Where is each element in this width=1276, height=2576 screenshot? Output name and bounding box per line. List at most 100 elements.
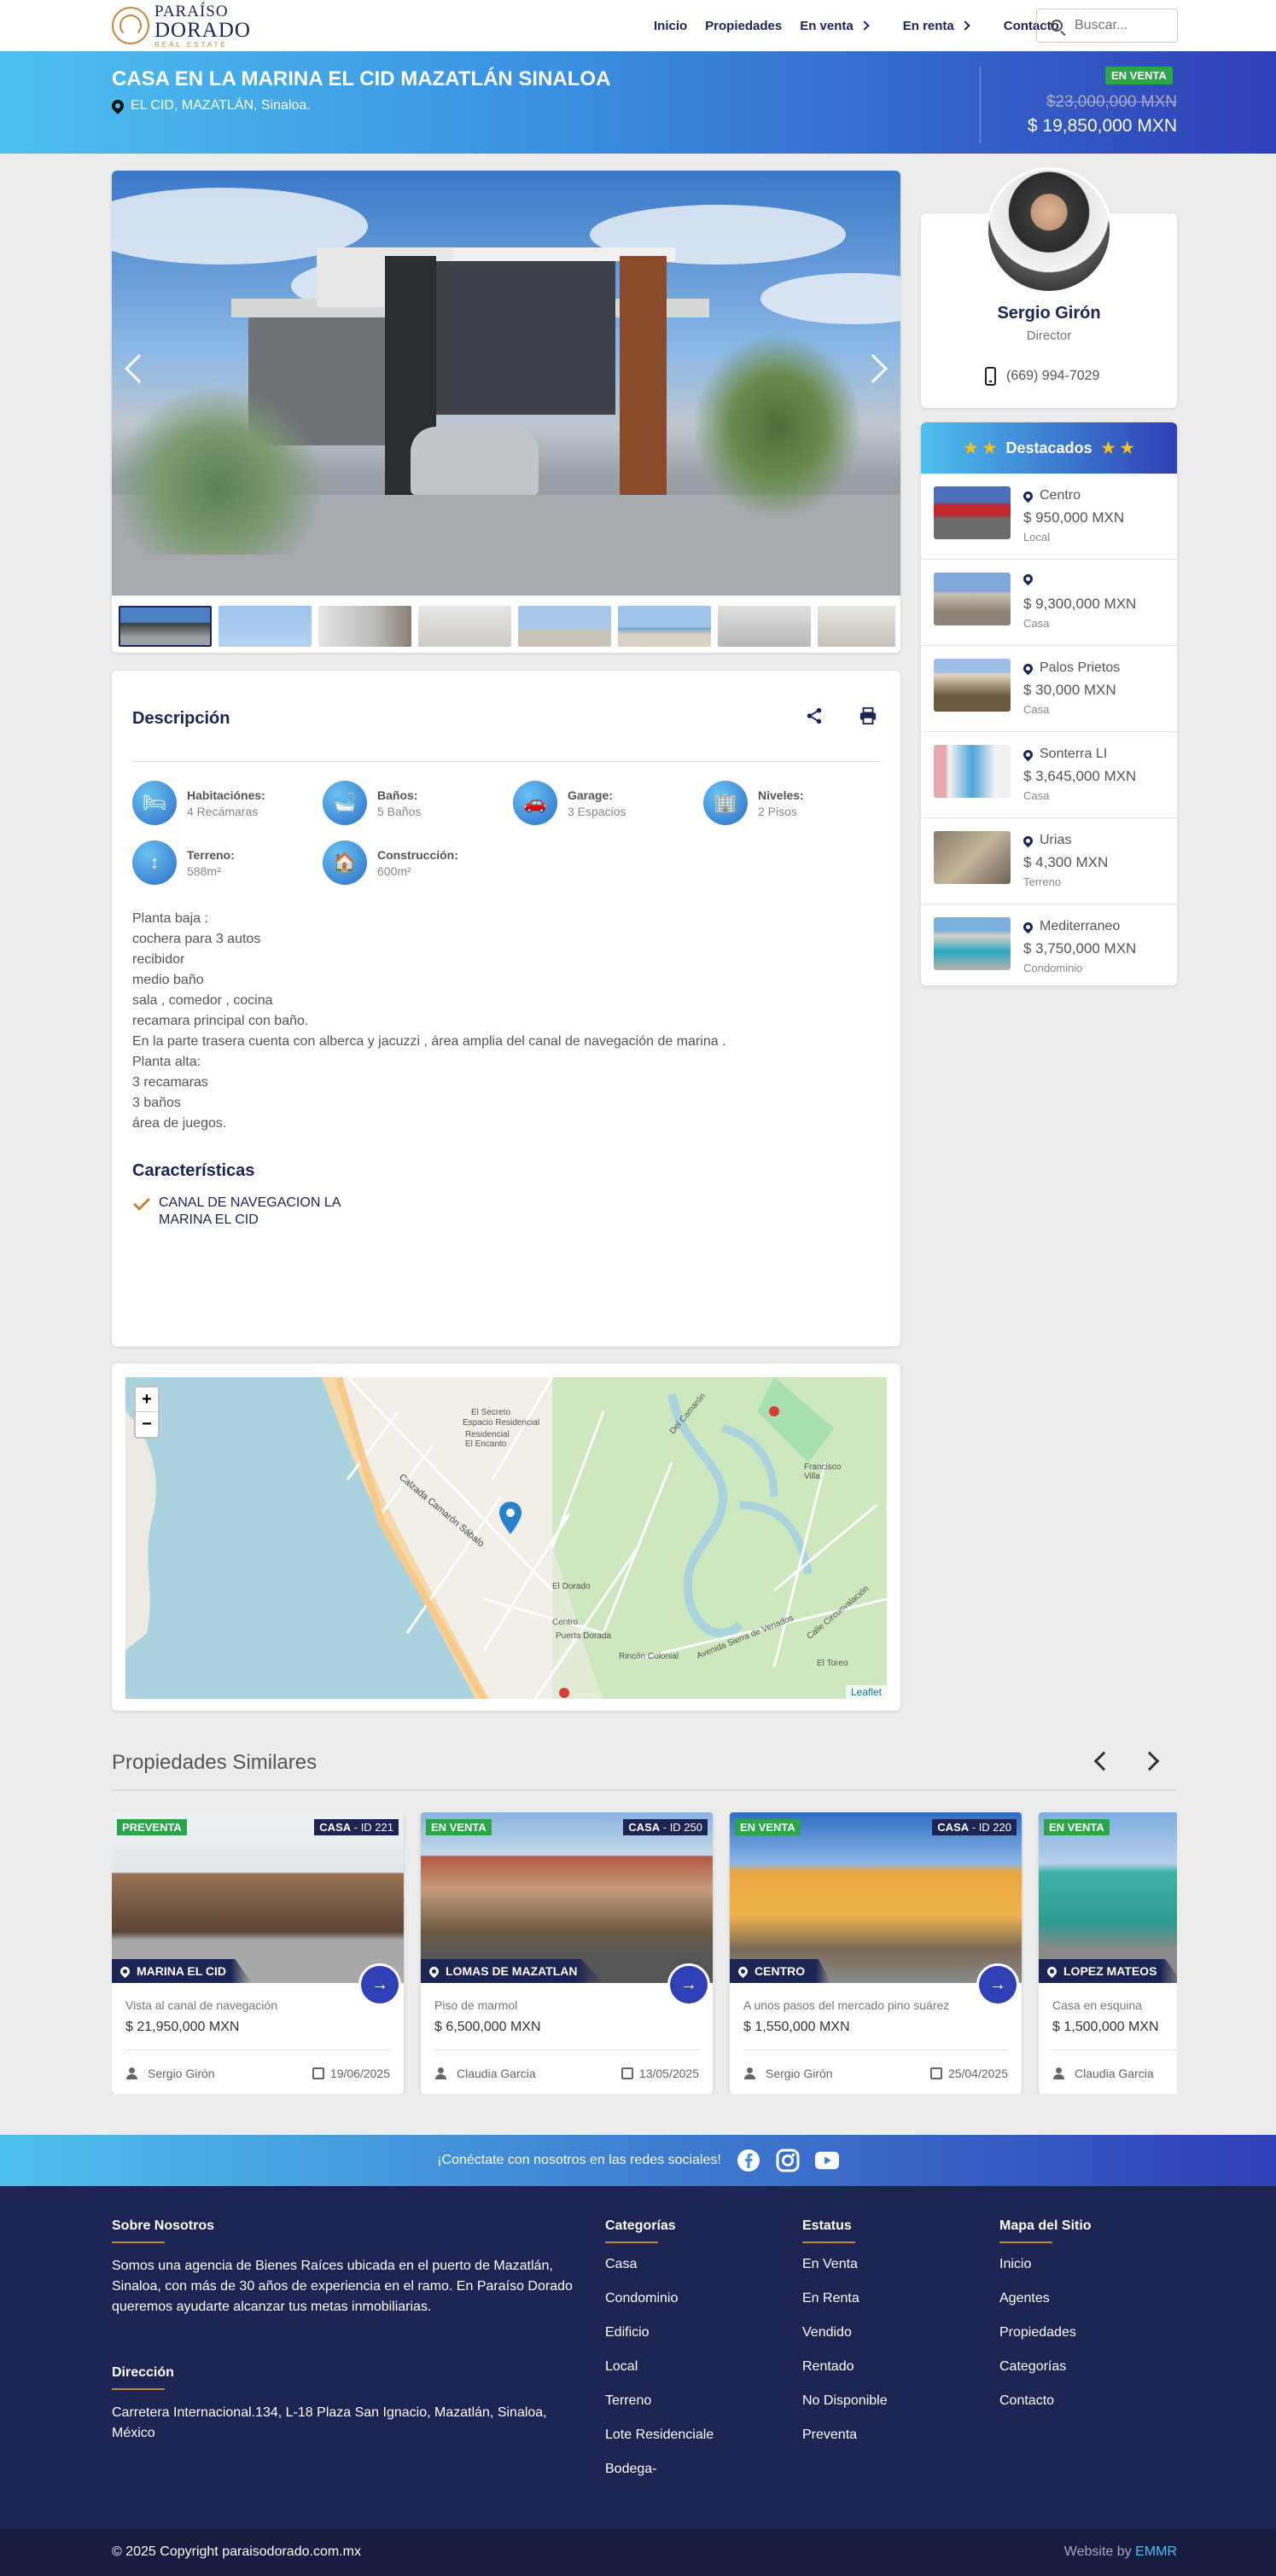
featured-item[interactable]: Palos Prietos $ 30,000 MXN Casa (921, 646, 1177, 732)
property-location-text: LOMAS DE MAZATLAN (446, 1964, 578, 1978)
zoom-out-button[interactable]: − (136, 1412, 158, 1437)
footer-link[interactable]: Local (605, 2350, 714, 2384)
property-price: $ 6,500,000 MXN (434, 2020, 541, 2034)
user-icon (125, 2067, 137, 2079)
featured-type: Local (1023, 531, 1051, 544)
thumbnail[interactable] (718, 606, 811, 647)
property-location-text: EL CID, MAZATLÁN, Sinaloa. (131, 98, 311, 113)
thumbnail[interactable] (618, 606, 711, 647)
search-box[interactable] (1036, 9, 1178, 43)
feature-label: Construcción: (377, 847, 458, 862)
property-card[interactable]: PREVENTA CASA - ID 221 MARINA EL CID → V… (112, 1812, 404, 2094)
map-pin-icon (736, 1964, 750, 1978)
footer-link[interactable]: Categorías (999, 2350, 1076, 2384)
map-marker-icon[interactable] (499, 1502, 521, 1534)
featured-item[interactable]: Urias $ 4,300 MXN Terreno (921, 818, 1177, 904)
thumbnail[interactable] (119, 606, 212, 647)
feature-bedrooms: 🛏 Habitaciónes: 4 Recámaras (132, 781, 265, 825)
property-date: 19/06/2025 (312, 2067, 390, 2080)
arrow-right-icon[interactable]: → (361, 1966, 399, 2003)
footer-link[interactable]: Terreno (605, 2384, 714, 2418)
featured-item[interactable]: Mediterraneo $ 3,750,000 MXN Condominio (921, 904, 1177, 986)
nav-item-label: Inicio (654, 18, 688, 33)
featured-price: $ 4,300 MXN (1023, 854, 1109, 870)
instagram-icon[interactable] (776, 2149, 800, 2172)
description-line: recamara principal con baño. (132, 1014, 309, 1028)
characteristic-text: CANAL DE NAVEGACION LA MARINA EL CID (159, 1195, 341, 1227)
nav-item-en-venta[interactable]: En venta (800, 19, 870, 33)
map-attribution[interactable]: Leaflet (845, 1685, 887, 1699)
property-card[interactable]: EN VENTA LOPEZ MATEOS Casa en esquina $ … (1039, 1812, 1177, 2094)
property-type: CASA (937, 1821, 970, 1834)
featured-location: Sonterra LI (1021, 747, 1107, 762)
featured-location: Centro (1021, 488, 1081, 503)
carousel-next-icon[interactable] (1139, 1751, 1160, 1771)
footer-link[interactable]: Preventa (802, 2418, 888, 2452)
property-card[interactable]: EN VENTA CASA - ID 220 CENTRO → A unos p… (730, 1812, 1022, 2094)
search-input[interactable] (1075, 18, 1160, 33)
property-photo (730, 1812, 1022, 1983)
footer-link[interactable]: En Venta (802, 2247, 888, 2282)
carousel-prev-icon[interactable] (1093, 1751, 1114, 1771)
feature-label: Terreno: (187, 847, 235, 862)
description-line: área de juegos. (132, 1116, 227, 1131)
footer-link[interactable]: Rentado (802, 2350, 888, 2384)
thumbnail[interactable] (818, 606, 895, 647)
footer-link[interactable]: Contacto (999, 2384, 1076, 2418)
arrow-right-icon[interactable]: → (670, 1966, 708, 2003)
thumbnail[interactable] (218, 606, 312, 647)
map-pin-icon (1021, 834, 1035, 847)
footer-link[interactable]: Lote Residenciale (605, 2418, 714, 2452)
nav-menu: Inicio Propiedades En venta En renta Con… (654, 0, 1077, 51)
map-label: Espacio Residencial (463, 1418, 540, 1428)
footer-link[interactable]: Propiedades (999, 2316, 1076, 2350)
user-icon (434, 2067, 446, 2079)
featured-item[interactable]: Centro $ 950,000 MXN Local (921, 474, 1177, 560)
footer-link[interactable]: Condominio (605, 2282, 714, 2316)
share-icon[interactable] (805, 707, 824, 725)
main-photo[interactable] (112, 171, 900, 596)
footer-link[interactable]: En Renta (802, 2282, 888, 2316)
agent-phone-link[interactable]: (669) 994-7029 (985, 367, 1099, 386)
thumbnail[interactable] (518, 606, 611, 647)
featured-type: Casa (1023, 703, 1050, 716)
featured-location: Palos Prietos (1021, 660, 1121, 676)
gallery-next-arrow[interactable] (859, 354, 888, 383)
footer-link[interactable]: Bodega- (605, 2452, 714, 2486)
featured-location-text: Palos Prietos (1040, 660, 1121, 675)
footer-link[interactable]: Agentes (999, 2282, 1076, 2316)
footer-link[interactable]: Inicio (999, 2247, 1076, 2282)
location-map[interactable]: El Secreto Espacio Residencial Residenci… (125, 1377, 887, 1699)
nav-item-inicio[interactable]: Inicio (654, 19, 687, 33)
youtube-icon[interactable] (814, 2149, 839, 2172)
map-pin-icon (1021, 747, 1035, 761)
description-line: sala , comedor , cocina (132, 993, 273, 1008)
facebook-icon[interactable] (737, 2149, 760, 2172)
thumbnail[interactable] (418, 606, 511, 647)
footer-link[interactable]: Vendido (802, 2316, 888, 2350)
property-card[interactable]: EN VENTA CASA - ID 250 LOMAS DE MAZATLAN… (421, 1812, 713, 2094)
property-id-badge: CASA - ID 220 (932, 1819, 1017, 1835)
footer-link[interactable]: No Disponible (802, 2384, 888, 2418)
print-icon[interactable] (859, 707, 877, 725)
footer-link[interactable]: Edificio (605, 2316, 714, 2350)
credit: Website by EMMR (1064, 2544, 1177, 2560)
nav-item-en-renta[interactable]: En renta (903, 19, 970, 33)
featured-item[interactable]: Sonterra LI $ 3,645,000 MXN Casa (921, 732, 1177, 818)
arrow-right-icon[interactable]: → (979, 1966, 1017, 2003)
property-photo (112, 1812, 404, 1983)
featured-item[interactable]: $ 9,300,000 MXN Casa (921, 560, 1177, 646)
property-location: CENTRO (730, 1959, 831, 1983)
thumbnail[interactable] (318, 606, 411, 647)
nav-item-propiedades[interactable]: Propiedades (705, 19, 782, 33)
site-logo[interactable]: PARAÍSO DORADO REAL ESTATE (112, 3, 251, 48)
feature-label: Habitaciónes: (187, 788, 265, 802)
property-agent: Sergio Girón (743, 2067, 833, 2080)
feature-value: 2 Pisos (758, 804, 797, 818)
zoom-in-button[interactable]: + (136, 1387, 158, 1412)
property-location: LOMAS DE MAZATLAN (421, 1959, 603, 1983)
feature-value: 5 Baños (377, 804, 422, 818)
footer-link[interactable]: Casa (605, 2247, 714, 2282)
credit-link[interactable]: EMMR (1135, 2544, 1177, 2559)
gallery-prev-arrow[interactable] (125, 354, 154, 383)
